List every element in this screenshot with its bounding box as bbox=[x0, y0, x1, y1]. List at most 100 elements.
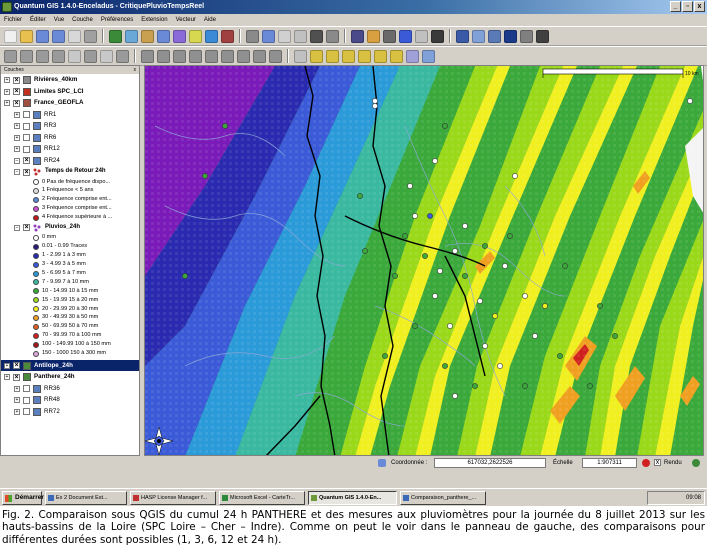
menu-item[interactable]: Extension bbox=[141, 14, 167, 26]
rain-gauge-point[interactable] bbox=[687, 98, 693, 104]
rain-gauge-point[interactable] bbox=[427, 213, 433, 219]
rain-gauge-point[interactable] bbox=[597, 303, 603, 309]
rain-gauge-point[interactable] bbox=[502, 263, 508, 269]
expand-icon[interactable]: + bbox=[14, 134, 20, 141]
rainfall-raster-map[interactable]: 10 km bbox=[145, 66, 704, 456]
layer-row[interactable]: + × Antilope_24h bbox=[1, 359, 139, 372]
rain-gauge-point[interactable] bbox=[372, 103, 378, 109]
main-tool-icon[interactable] bbox=[173, 29, 186, 43]
taskbar-button[interactable]: Quantum GIS 1.4.0-En... bbox=[308, 491, 397, 505]
nav-tool-icon[interactable] bbox=[141, 49, 154, 63]
main-tool-icon[interactable] bbox=[488, 29, 501, 43]
taskbar-button[interactable]: Ex 2 Document Est... bbox=[45, 491, 127, 505]
expand-icon[interactable]: + bbox=[4, 88, 10, 95]
nav-tool-icon[interactable] bbox=[269, 49, 282, 63]
main-tool-icon[interactable] bbox=[262, 29, 275, 43]
layer-visibility-checkbox[interactable] bbox=[23, 134, 30, 141]
rain-gauge-point[interactable] bbox=[522, 293, 528, 299]
nav-tool-icon[interactable] bbox=[326, 49, 339, 63]
menu-item[interactable]: Fichier bbox=[4, 14, 22, 26]
main-tool-icon[interactable] bbox=[36, 29, 49, 43]
collapse-icon[interactable]: − bbox=[14, 224, 20, 231]
rain-gauge-point[interactable] bbox=[512, 173, 518, 179]
layer-visibility-checkbox[interactable] bbox=[23, 111, 30, 118]
main-tool-icon[interactable] bbox=[84, 29, 97, 43]
layer-visibility-checkbox[interactable]: × bbox=[23, 168, 30, 176]
panel-close-icon[interactable]: x bbox=[134, 66, 137, 74]
main-tool-icon[interactable] bbox=[20, 29, 33, 43]
layer-row[interactable]: + RR3 bbox=[1, 120, 139, 132]
rain-gauge-point[interactable] bbox=[472, 383, 478, 389]
rain-gauge-point[interactable] bbox=[452, 248, 458, 254]
scale-field[interactable]: 1:907311 bbox=[582, 458, 637, 468]
nav-tool-icon[interactable] bbox=[100, 49, 113, 63]
rain-gauge-point[interactable] bbox=[492, 313, 498, 319]
main-tool-icon[interactable] bbox=[52, 29, 65, 43]
main-tool-icon[interactable] bbox=[536, 29, 549, 43]
nav-tool-icon[interactable] bbox=[237, 49, 250, 63]
nav-tool-icon[interactable] bbox=[52, 49, 65, 63]
main-tool-icon[interactable] bbox=[367, 29, 380, 43]
expand-icon[interactable]: + bbox=[14, 408, 20, 415]
main-tool-icon[interactable] bbox=[415, 29, 428, 43]
menu-item[interactable]: Vecteur bbox=[176, 14, 196, 26]
main-tool-icon[interactable] bbox=[109, 29, 122, 43]
main-tool-icon[interactable] bbox=[504, 29, 517, 43]
rain-gauge-point[interactable] bbox=[422, 253, 428, 259]
nav-tool-icon[interactable] bbox=[390, 49, 403, 63]
main-tool-icon[interactable] bbox=[326, 29, 339, 43]
main-tool-icon[interactable] bbox=[4, 29, 17, 43]
main-tool-icon[interactable] bbox=[310, 29, 323, 43]
rain-gauge-point[interactable] bbox=[497, 363, 503, 369]
rain-gauge-point[interactable] bbox=[357, 193, 363, 199]
nav-tool-icon[interactable] bbox=[205, 49, 218, 63]
rain-gauge-point[interactable] bbox=[522, 383, 528, 389]
main-tool-icon[interactable] bbox=[246, 29, 259, 43]
layer-visibility-checkbox[interactable] bbox=[23, 145, 30, 153]
nav-tool-icon[interactable] bbox=[294, 49, 307, 63]
rain-gauge-point[interactable] bbox=[507, 233, 513, 239]
layer-row[interactable]: + RR1 bbox=[1, 109, 139, 121]
rain-gauge-point[interactable] bbox=[452, 393, 458, 399]
layer-visibility-checkbox[interactable]: × bbox=[23, 157, 30, 164]
menu-item[interactable]: Vue bbox=[54, 14, 64, 26]
rain-gauge-point[interactable] bbox=[412, 323, 418, 329]
main-tool-icon[interactable] bbox=[351, 29, 364, 43]
collapse-icon[interactable]: − bbox=[14, 169, 20, 175]
rain-gauge-point[interactable] bbox=[462, 223, 468, 229]
legend-group-header[interactable]: − × Temps de Retour 24h bbox=[1, 166, 139, 178]
menu-item[interactable]: Couche bbox=[72, 14, 93, 26]
rain-gauge-point[interactable] bbox=[432, 158, 438, 164]
layer-visibility-checkbox[interactable] bbox=[23, 122, 30, 130]
nav-tool-icon[interactable] bbox=[68, 49, 81, 63]
rain-gauge-point[interactable] bbox=[222, 123, 228, 129]
layer-visibility-checkbox[interactable]: × bbox=[13, 76, 20, 84]
layer-row[interactable]: + RR72 bbox=[1, 406, 139, 418]
rain-gauge-point[interactable] bbox=[392, 273, 398, 279]
layer-visibility-checkbox[interactable]: × bbox=[13, 362, 20, 370]
layer-visibility-checkbox[interactable] bbox=[23, 396, 30, 404]
nav-tool-icon[interactable] bbox=[84, 49, 97, 63]
stop-render-icon[interactable] bbox=[642, 459, 650, 467]
main-tool-icon[interactable] bbox=[472, 29, 485, 43]
start-button[interactable]: Démarrer bbox=[2, 491, 44, 505]
expand-icon[interactable]: + bbox=[14, 123, 20, 129]
rain-gauge-point[interactable] bbox=[532, 333, 538, 339]
rain-gauge-point[interactable] bbox=[612, 333, 618, 339]
render-checkbox[interactable]: x bbox=[654, 459, 661, 466]
expand-icon[interactable]: + bbox=[14, 146, 20, 152]
expand-icon[interactable]: + bbox=[14, 385, 20, 392]
nav-tool-icon[interactable] bbox=[20, 49, 33, 63]
main-tool-icon[interactable] bbox=[125, 29, 138, 43]
layer-row[interactable]: + RR36 bbox=[1, 383, 139, 395]
main-tool-icon[interactable] bbox=[399, 29, 412, 43]
layer-row[interactable]: + × Panthere_24h bbox=[1, 371, 139, 383]
maximize-button[interactable]: ▫ bbox=[682, 1, 693, 12]
main-tool-icon[interactable] bbox=[383, 29, 396, 43]
expand-icon[interactable]: + bbox=[4, 77, 10, 83]
rain-gauge-point[interactable] bbox=[407, 183, 413, 189]
layer-visibility-checkbox[interactable] bbox=[23, 385, 30, 393]
rain-gauge-point[interactable] bbox=[202, 173, 208, 179]
rain-gauge-point[interactable] bbox=[372, 98, 378, 104]
minimize-button[interactable]: _ bbox=[670, 1, 681, 12]
